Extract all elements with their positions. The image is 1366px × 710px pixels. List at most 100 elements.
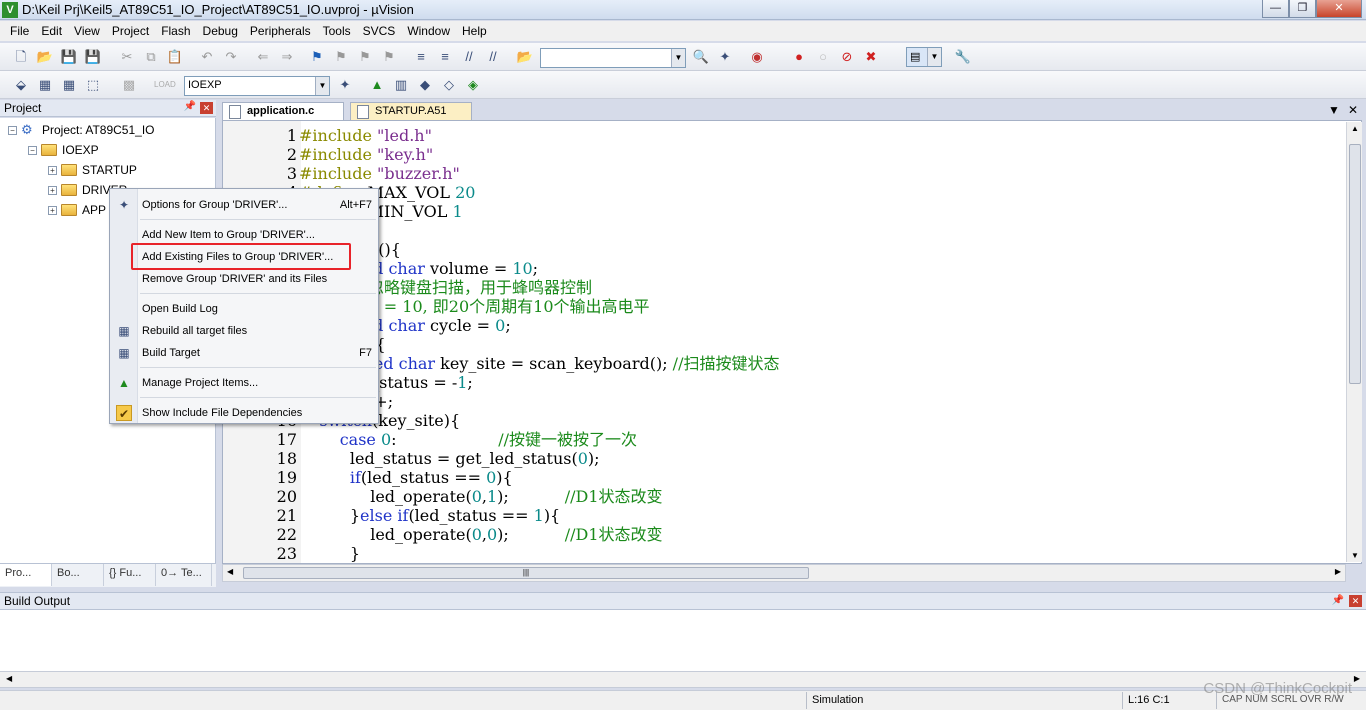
pack-installer-icon[interactable]: ◇ (440, 76, 458, 94)
find-icon[interactable]: 🔍 (692, 48, 710, 66)
menu-edit[interactable]: Edit (35, 24, 68, 38)
scroll-left-icon[interactable]: ◀ (227, 567, 233, 576)
tab-templates[interactable]: 0→ Te... (156, 564, 212, 586)
menu-flash[interactable]: Flash (155, 24, 196, 38)
window-layout-button[interactable]: ▤ ▼ (906, 47, 942, 67)
expand-icon[interactable]: + (48, 205, 57, 215)
close-tab-icon[interactable]: ✕ (1348, 103, 1358, 117)
prev-bookmark-icon[interactable]: ⚑ (332, 48, 350, 66)
comment-icon[interactable]: // (460, 48, 478, 66)
disable-all-breakpoints-icon[interactable]: ⊘ (838, 48, 856, 66)
pin-icon[interactable]: 📌 (184, 101, 196, 112)
scroll-left-icon[interactable]: ◀ (6, 674, 12, 683)
tab-project[interactable]: Pro... (0, 564, 52, 586)
tab-list-dropdown-icon[interactable]: ▼ (1328, 103, 1340, 117)
context-menu-item[interactable]: Options for Group 'DRIVER'... Alt+F7 (142, 196, 376, 214)
collapse-icon[interactable]: − (8, 125, 17, 135)
menu-window[interactable]: Window (401, 24, 456, 38)
stop-build-icon[interactable]: ▩ (120, 76, 138, 94)
menu-svcs[interactable]: SVCS (357, 24, 402, 38)
build-icon[interactable]: ▦ (36, 76, 54, 94)
menu-file[interactable]: File (4, 24, 35, 38)
build-output-area[interactable] (0, 610, 1366, 672)
paste-icon[interactable]: 📋 (166, 48, 184, 66)
scroll-thumb[interactable]: ||| (243, 567, 809, 579)
unindent-icon[interactable]: ≡ (436, 48, 454, 66)
translate-icon[interactable]: ⬙ (12, 76, 30, 94)
select-packs-icon[interactable]: ▥ (392, 76, 410, 94)
scroll-right-icon[interactable]: ▶ (1354, 674, 1360, 683)
scroll-up-icon[interactable]: ▲ (1351, 124, 1359, 133)
redo-icon[interactable]: ↷ (222, 48, 240, 66)
tree-target[interactable]: − IOEXP (28, 141, 99, 159)
incremental-find-icon[interactable]: ✦ (716, 48, 734, 66)
editor-horizontal-scrollbar[interactable]: ◀ ||| ▶ (222, 564, 1346, 582)
editor-vertical-scrollbar[interactable]: ▲ ▼ (1346, 122, 1362, 562)
batch-build-icon[interactable]: ⬚ (84, 76, 102, 94)
download-icon[interactable]: LOAD (154, 76, 176, 94)
nav-forward-icon[interactable]: ⇒ (278, 48, 296, 66)
project-panel-close-button[interactable]: ✕ (200, 102, 213, 114)
context-menu-item[interactable]: Add New Item to Group 'DRIVER'... (142, 226, 376, 244)
manage-project-icon[interactable]: ▲ (368, 76, 386, 94)
kill-breakpoints-icon[interactable]: ✖ (862, 48, 880, 66)
minimize-button[interactable]: — (1262, 0, 1289, 18)
manage-rte-icon[interactable]: ◈ (464, 76, 482, 94)
context-menu-item[interactable]: Show Include File Dependencies (142, 404, 376, 422)
find-in-files-icon[interactable]: 📂 (516, 48, 534, 66)
maximize-button[interactable]: ❐ (1289, 0, 1316, 18)
code-editor[interactable]: 1234567891011121314151617181920212223 #i… (222, 120, 1362, 564)
nav-back-icon[interactable]: ⇐ (254, 48, 272, 66)
menu-tools[interactable]: Tools (317, 24, 357, 38)
context-menu-item[interactable]: Build Target F7 (142, 344, 376, 362)
target-options-icon[interactable]: ✦ (336, 76, 354, 94)
copy-icon[interactable]: ⧉ (142, 48, 160, 66)
scroll-thumb[interactable] (1349, 144, 1361, 384)
menu-debug[interactable]: Debug (197, 24, 244, 38)
scroll-right-icon[interactable]: ▶ (1335, 567, 1341, 576)
tree-group-app[interactable]: + APP (48, 201, 106, 219)
menu-help[interactable]: Help (456, 24, 493, 38)
highlight-box (131, 243, 351, 270)
tree-group-startup[interactable]: + STARTUP (48, 161, 137, 179)
cut-icon[interactable]: ✂ (118, 48, 136, 66)
next-bookmark-icon[interactable]: ⚑ (356, 48, 374, 66)
expand-icon[interactable]: + (48, 165, 57, 175)
tab-functions[interactable]: {} Fu... (104, 564, 156, 586)
save-icon[interactable]: 💾 (60, 48, 78, 66)
context-menu-item[interactable]: Open Build Log (142, 300, 376, 318)
tab-books[interactable]: Bo... (52, 564, 104, 586)
build-output-close-button[interactable]: ✕ (1349, 595, 1362, 607)
configure-icon[interactable]: 🔧 (954, 48, 972, 66)
scroll-down-icon[interactable]: ▼ (1351, 551, 1359, 560)
collapse-icon[interactable]: − (28, 145, 37, 155)
new-file-icon[interactable]: 🗋 (12, 48, 30, 66)
tab-application-c[interactable]: application.c (222, 102, 344, 120)
tab-startup-a51[interactable]: STARTUP.A51 (350, 102, 472, 120)
menu-project[interactable]: Project (106, 24, 155, 38)
context-menu-item[interactable]: Remove Group 'DRIVER' and its Files (142, 270, 376, 288)
target-select[interactable]: IOEXP ▼ (184, 76, 330, 96)
menu-peripherals[interactable]: Peripherals (244, 24, 317, 38)
pin-icon[interactable]: 📌 (1332, 595, 1344, 606)
context-menu-item[interactable]: Rebuild all target files (142, 322, 376, 340)
save-all-icon[interactable]: 💾 (84, 48, 102, 66)
indent-icon[interactable]: ≡ (412, 48, 430, 66)
undo-icon[interactable]: ↶ (198, 48, 216, 66)
menu-view[interactable]: View (68, 24, 106, 38)
breakpoint-icon[interactable]: ● (790, 48, 808, 66)
rebuild-icon[interactable]: ▦ (60, 76, 78, 94)
uncomment-icon[interactable]: // (484, 48, 502, 66)
context-menu-item[interactable]: Manage Project Items... (142, 374, 376, 392)
build-output-horizontal-scrollbar[interactable]: ◀ ▶ (0, 672, 1366, 688)
runtime-env-icon[interactable]: ◆ (416, 76, 434, 94)
tree-root[interactable]: − ⚙ Project: AT89C51_IO (8, 121, 155, 139)
expand-icon[interactable]: + (48, 185, 57, 195)
open-file-icon[interactable]: 📂 (36, 48, 54, 66)
debug-session-icon[interactable]: ◉ (748, 48, 766, 66)
bookmark-icon[interactable]: ⚑ (308, 48, 326, 66)
clear-bookmarks-icon[interactable]: ⚑ (380, 48, 398, 66)
disable-breakpoint-icon[interactable]: ○ (814, 48, 832, 66)
close-button[interactable]: ✕ (1316, 0, 1362, 18)
find-combo[interactable]: ▼ (540, 48, 686, 68)
